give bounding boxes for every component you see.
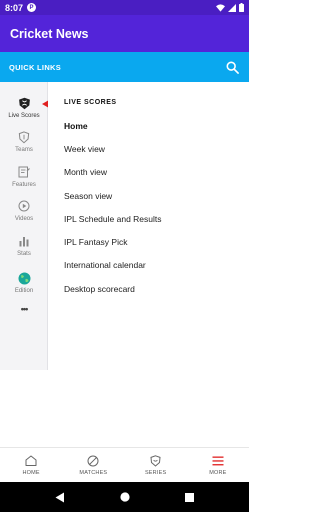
sidebar-item-live-scores[interactable]: Live Scores [0,96,48,119]
status-time: 8:07 [5,2,24,13]
search-icon [226,61,239,74]
features-icon [17,165,31,179]
sidebar: Live Scores Teams Features Videos Stats … [0,82,48,370]
sidebar-item-label: Videos [14,216,34,222]
nav-label: HOME [22,469,40,476]
sidebar-item-features[interactable]: Features [0,165,48,188]
globe-icon [17,271,31,285]
sidebar-item-label: Teams [15,147,33,153]
app-bar: Cricket News [0,15,249,52]
nav-label: MATCHES [79,469,108,476]
sidebar-more-button[interactable]: ••• [0,304,48,314]
bottom-nav: HOME MATCHES SERIES MORE [0,447,249,482]
search-button[interactable] [224,59,240,75]
sidebar-item-label: Stats [17,251,31,257]
bar-chart-icon [17,234,31,248]
wifi-icon [216,3,225,12]
home-circle-icon[interactable] [120,492,130,502]
home-icon [25,455,37,467]
system-nav-bar [0,482,249,512]
nav-label: SERIES [144,469,167,476]
back-icon[interactable] [55,492,65,503]
menu-item-season-view[interactable]: Season view [64,191,112,201]
play-icon [17,199,31,213]
nav-home[interactable]: HOME [0,448,62,482]
sidebar-item-edition[interactable]: Edition [0,271,48,294]
menu-item-ipl-schedule[interactable]: IPL Schedule and Results [64,214,162,224]
live-scores-panel: LIVE SCORES Home Week view Month view Se… [48,82,249,447]
sidebar-item-videos[interactable]: Videos [0,199,48,222]
menu-icon [212,455,224,467]
menu-item-month-view[interactable]: Month view [64,167,107,177]
sidebar-item-teams[interactable]: Teams [0,130,48,153]
quick-links-bar: QUICK LINKS [0,52,249,82]
status-icons [216,3,244,12]
menu-item-home[interactable]: Home [64,121,88,131]
app-notification-icon: P [27,3,37,12]
battery-icon [239,3,244,12]
quick-links-label: QUICK LINKS [9,62,62,72]
nav-label: MORE [209,469,227,476]
panel-heading: LIVE SCORES [64,99,117,106]
sidebar-item-label: Edition [14,288,34,294]
ball-icon [87,455,99,467]
status-bar: 8:07 P [0,0,249,15]
menu-item-desktop-scorecard[interactable]: Desktop scorecard [64,284,135,294]
nav-more[interactable]: MORE [187,448,249,482]
nav-series[interactable]: SERIES [125,448,187,482]
menu-item-week-view[interactable]: Week view [64,144,105,154]
sidebar-item-stats[interactable]: Stats [0,234,48,257]
nav-matches[interactable]: MATCHES [62,448,124,482]
live-scores-icon [17,96,31,110]
series-shield-icon [150,454,162,467]
sidebar-item-label: Features [12,182,36,188]
shield-icon [17,130,31,144]
menu-item-international-calendar[interactable]: International calendar [64,260,146,270]
signal-icon [228,3,236,12]
app-title: Cricket News [10,26,89,41]
recents-icon[interactable] [184,492,194,502]
sidebar-item-label: Live Scores [8,113,40,119]
menu-item-ipl-fantasy[interactable]: IPL Fantasy Pick [64,237,127,247]
